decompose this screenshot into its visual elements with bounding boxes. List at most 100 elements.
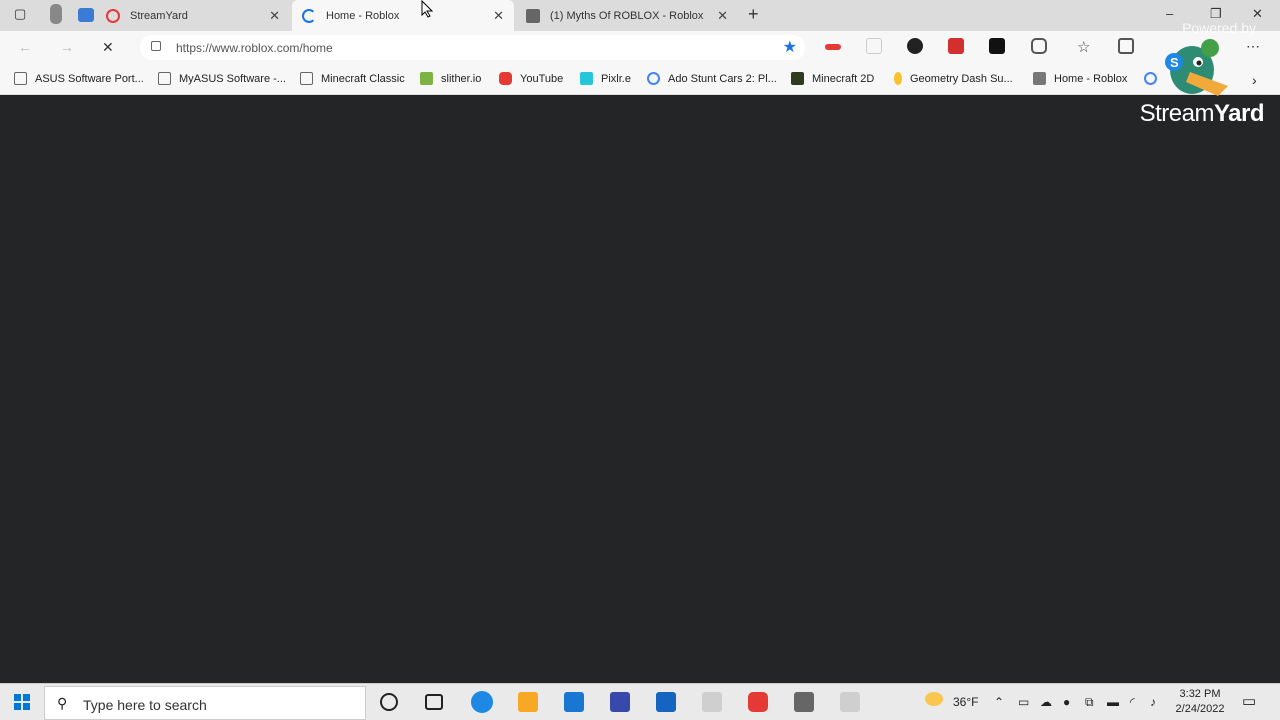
bookmark-asus[interactable]: ASUS Software Port... bbox=[14, 72, 144, 85]
microphone-icon[interactable]: ● bbox=[1063, 695, 1070, 709]
roblox-icon bbox=[1033, 72, 1046, 85]
google-icon bbox=[1144, 72, 1157, 85]
taskbar: ⚲ Type here to search 36°F ⌃ ▭ ☁ ● ⧉ ▬ ◜… bbox=[0, 683, 1280, 720]
tab-home-roblox[interactable]: Home - Roblox ✕ bbox=[292, 0, 514, 31]
powered-by-text: Powered by bbox=[1182, 20, 1256, 36]
tab-streamyard[interactable]: StreamYard ✕ bbox=[96, 0, 290, 31]
bookmark-youtube[interactable]: YouTube bbox=[499, 72, 563, 85]
bookmark-label: YouTube bbox=[520, 72, 564, 85]
page-content bbox=[0, 96, 1280, 683]
brand-bold-text: Yard bbox=[1213, 100, 1265, 127]
roblox-icon bbox=[526, 8, 540, 23]
extensions-puzzle-icon[interactable] bbox=[1031, 38, 1047, 54]
bookmark-myasus[interactable]: MyASUS Software -... bbox=[158, 72, 286, 85]
notifications-icon[interactable]: ▭ bbox=[1242, 692, 1256, 710]
back-icon[interactable]: ← bbox=[18, 39, 32, 55]
clock[interactable]: 3:32 PM 2/24/2022 bbox=[1168, 687, 1232, 717]
bookmark-label: Minecraft Classic bbox=[321, 72, 405, 85]
new-tab-icon[interactable]: + bbox=[748, 4, 759, 25]
bookmark-label: MyASUS Software -... bbox=[179, 72, 286, 85]
app-icon-2[interactable] bbox=[840, 692, 860, 712]
network-icon[interactable]: ⧉ bbox=[1085, 695, 1094, 710]
bookmark-label: ASUS Software Port... bbox=[35, 72, 144, 85]
mail-icon[interactable] bbox=[564, 692, 584, 712]
chevron-right-icon[interactable]: › bbox=[1252, 72, 1257, 88]
page-icon bbox=[300, 72, 313, 85]
geometry-dash-icon bbox=[894, 72, 902, 85]
tab-myths-roblox[interactable]: (1) Myths Of ROBLOX - Roblox ✕ bbox=[516, 0, 738, 31]
google-icon bbox=[647, 72, 660, 85]
close-icon[interactable]: ✕ bbox=[269, 8, 280, 24]
tab-label: Home - Roblox bbox=[326, 9, 400, 22]
url-text: https://www.roblox.com/home bbox=[176, 41, 333, 55]
pinned-tab-icon[interactable] bbox=[78, 8, 94, 22]
youtube-app-icon[interactable] bbox=[748, 692, 768, 712]
extension-gem-icon[interactable] bbox=[907, 38, 923, 54]
wifi-icon[interactable]: ◜ bbox=[1130, 695, 1135, 709]
pixlr-icon bbox=[580, 72, 593, 85]
page-icon bbox=[14, 72, 27, 85]
record-icon bbox=[106, 8, 120, 23]
favorite-star-icon[interactable]: ★ bbox=[783, 37, 797, 57]
brand-light-text: Stream bbox=[1139, 100, 1215, 127]
favorites-icon[interactable]: ☆ bbox=[1077, 38, 1093, 56]
bookmark-ado-stunt-cars[interactable]: Ado Stunt Cars 2: Pl... bbox=[647, 72, 777, 85]
forward-icon[interactable]: → bbox=[60, 39, 74, 55]
weather-icon[interactable] bbox=[925, 692, 943, 706]
address-bar[interactable]: https://www.roblox.com/home ★ bbox=[140, 35, 805, 60]
page-icon bbox=[158, 72, 171, 85]
bookmark-home-roblox[interactable]: Home - Roblox bbox=[1033, 72, 1127, 85]
cortana-icon[interactable] bbox=[380, 693, 398, 711]
my-asus-icon[interactable] bbox=[610, 692, 630, 712]
tab-bar: ▢ StreamYard ✕ Home - Roblox ✕ (1) Myths… bbox=[0, 0, 1280, 31]
streamyard-duck-logo: S bbox=[1165, 39, 1228, 96]
extension-blank-icon[interactable] bbox=[866, 38, 882, 54]
windows-start-icon[interactable] bbox=[14, 694, 30, 710]
minecraft-icon bbox=[791, 72, 804, 85]
date-text: 2/24/2022 bbox=[1175, 703, 1225, 715]
search-placeholder: Type here to search bbox=[83, 697, 207, 713]
streamyard-brand: StreamYard bbox=[1139, 100, 1265, 128]
weather-temp[interactable]: 36°F bbox=[953, 695, 978, 709]
volume-icon[interactable]: ♪ bbox=[1150, 695, 1156, 709]
youtube-icon bbox=[499, 72, 512, 85]
roblox-app-icon[interactable] bbox=[794, 692, 814, 712]
minimize-icon[interactable]: – bbox=[1166, 6, 1173, 21]
bookmark-label: slither.io bbox=[441, 72, 482, 85]
tab-label: (1) Myths Of ROBLOX - Roblox bbox=[550, 9, 704, 22]
close-icon[interactable]: ✕ bbox=[717, 8, 728, 24]
bookmark-pixlr[interactable]: Pixlr.e bbox=[580, 72, 631, 85]
taskbar-search-input[interactable]: ⚲ Type here to search bbox=[44, 686, 366, 720]
workspaces-icon[interactable] bbox=[50, 4, 62, 24]
battery-icon[interactable]: ▬ bbox=[1107, 695, 1119, 709]
app-icon[interactable] bbox=[702, 692, 722, 712]
chevron-up-icon[interactable]: ⌃ bbox=[994, 695, 1004, 709]
bookmark-label: Geometry Dash Su... bbox=[910, 72, 1013, 85]
bookmark-minecraft-2d[interactable]: Minecraft 2D bbox=[791, 72, 874, 85]
collections-icon[interactable] bbox=[1118, 38, 1134, 54]
bookmark-label: Pixlr.e bbox=[601, 72, 631, 85]
loading-icon bbox=[302, 8, 316, 23]
close-icon[interactable]: ✕ bbox=[493, 8, 504, 24]
stop-icon[interactable]: ✕ bbox=[102, 39, 114, 56]
extension-bpr-icon[interactable] bbox=[825, 44, 841, 50]
tab-label: StreamYard bbox=[130, 9, 188, 22]
bookmark-slither[interactable]: slither.io bbox=[420, 72, 481, 85]
file-explorer-icon[interactable] bbox=[518, 692, 538, 712]
extension-red-icon[interactable] bbox=[948, 38, 964, 54]
lock-icon bbox=[151, 41, 161, 51]
search-icon: ⚲ bbox=[57, 695, 68, 711]
bookmark-geometry-dash[interactable]: Geometry Dash Su... bbox=[894, 72, 1013, 85]
meet-now-icon[interactable]: ▭ bbox=[1018, 695, 1029, 709]
bookmark-minecraft-classic[interactable]: Minecraft Classic bbox=[300, 72, 405, 85]
onedrive-icon[interactable]: ☁ bbox=[1040, 695, 1052, 709]
cursor-icon bbox=[421, 0, 433, 18]
store-icon[interactable] bbox=[656, 692, 676, 712]
more-menu-icon[interactable]: ⋯ bbox=[1246, 38, 1262, 54]
svg-text:S: S bbox=[1170, 55, 1179, 70]
edge-icon[interactable] bbox=[471, 691, 493, 713]
extension-black-icon[interactable] bbox=[989, 38, 1005, 54]
bookmark-label: Minecraft 2D bbox=[812, 72, 875, 85]
tab-actions-icon[interactable]: ▢ bbox=[14, 6, 26, 22]
task-view-icon[interactable] bbox=[425, 694, 443, 710]
